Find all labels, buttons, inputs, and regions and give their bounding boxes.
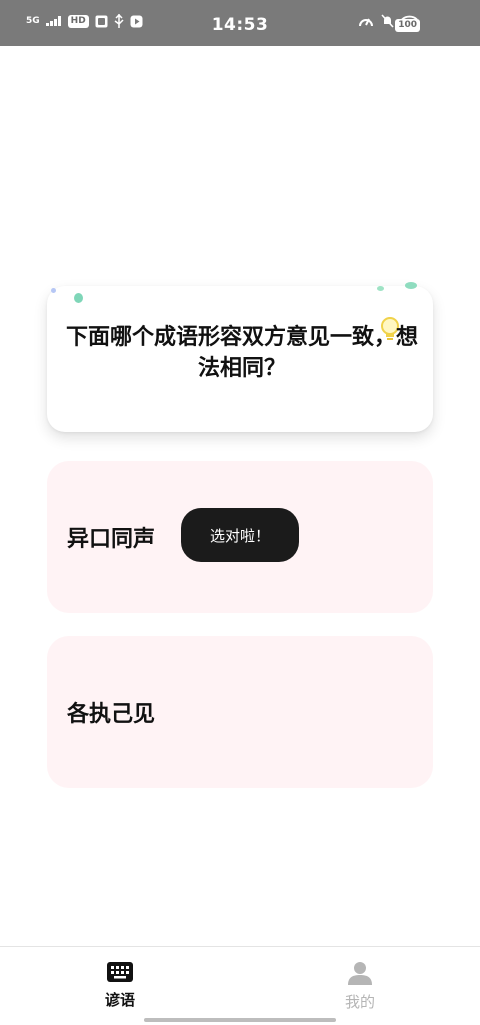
confetti-dot-icon bbox=[74, 293, 83, 303]
mute-icon bbox=[381, 14, 394, 28]
option-label: 各执己见 bbox=[67, 702, 156, 727]
confetti-dot-icon bbox=[405, 282, 417, 289]
person-icon bbox=[348, 962, 372, 985]
nav-label: 我的 bbox=[344, 993, 375, 1011]
battery-icon: 100 bbox=[395, 19, 420, 32]
nav-item-mine[interactable]: 我的 bbox=[300, 961, 420, 1012]
question-card: 下面哪个成语形容双方意见一致，想法相同？ bbox=[47, 282, 433, 432]
nav-label: 谚语 bbox=[104, 991, 135, 1009]
correct-toast: 选对啦！ bbox=[181, 508, 299, 562]
nav-item-proverbs[interactable]: 谚语 bbox=[60, 961, 180, 1010]
status-bar: 5G HD 14:53 100 bbox=[0, 0, 480, 46]
speed-icon bbox=[359, 18, 373, 27]
confetti-dot-icon bbox=[51, 288, 56, 293]
bottom-nav: 谚语 我的 bbox=[0, 946, 480, 1025]
confetti-dot-icon bbox=[377, 286, 384, 291]
question-text: 下面哪个成语形容双方意见一致，想法相同？ bbox=[65, 325, 418, 381]
option-card-2[interactable]: 各执己见 bbox=[47, 636, 433, 788]
home-indicator[interactable] bbox=[144, 1018, 336, 1022]
option-label: 异口同声 bbox=[67, 527, 156, 552]
keyboard-icon bbox=[107, 962, 133, 982]
